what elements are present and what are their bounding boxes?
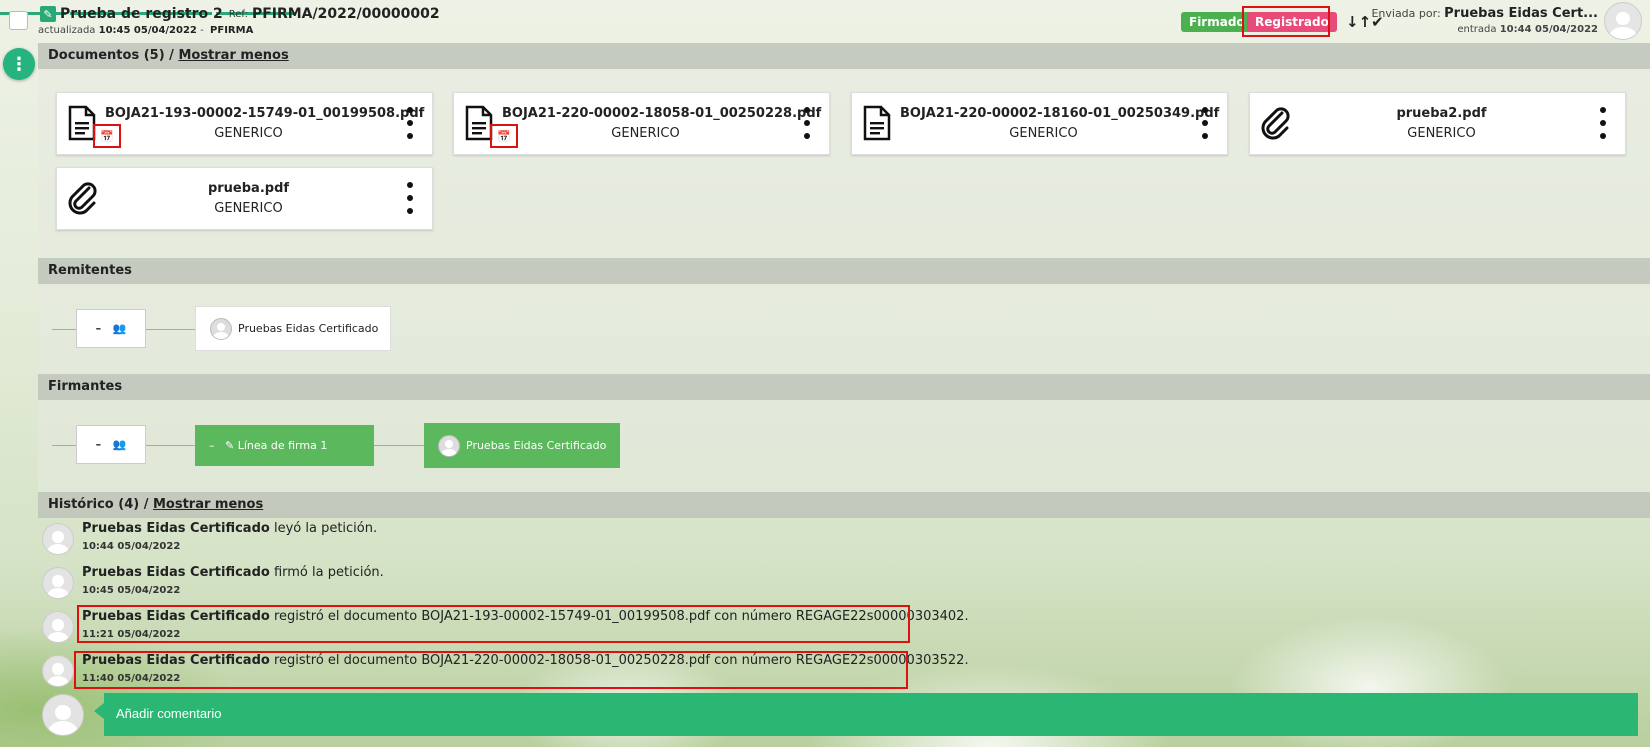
history-time: 10:44 05/04/2022 <box>82 541 181 552</box>
avatar <box>42 655 74 687</box>
entry-value: 10:44 05/04/2022 <box>1499 24 1598 35</box>
ref-value: PFIRMA/2022/00000002 <box>251 6 440 22</box>
sender-person-name: Pruebas Eidas Certificado <box>238 322 379 335</box>
signers-section: – 👥 – ✎ Línea de firma 1 Pruebas Eidas C… <box>38 400 1650 492</box>
history-user: Pruebas Eidas Certificado <box>82 521 270 536</box>
documents-toggle-link[interactable]: Mostrar menos <box>178 48 288 63</box>
document-type: GENERICO <box>1407 126 1476 141</box>
document-menu-button[interactable] <box>1599 107 1607 139</box>
registered-highlight <box>1242 6 1330 37</box>
document-menu-button[interactable] <box>803 107 811 139</box>
entry-label: entrada <box>1457 24 1497 35</box>
signers-title: Firmantes <box>48 379 123 394</box>
avatar <box>42 567 74 599</box>
signature-line[interactable]: – ✎ Línea de firma 1 <box>195 425 374 466</box>
document-name: BOJA21-220-00002-18058-01_00250228.pdf <box>502 106 822 121</box>
history-time: 10:45 05/04/2022 <box>82 585 181 596</box>
avatar <box>42 523 74 555</box>
pencil-icon: ✎ <box>225 439 235 452</box>
sender-name: Pruebas Eidas Cert... <box>1444 6 1598 21</box>
history-highlight <box>77 605 910 643</box>
document-card[interactable]: prueba2.pdf GENERICO <box>1249 92 1626 155</box>
more-options-button[interactable]: ⋮ <box>3 48 35 80</box>
avatar <box>210 317 232 340</box>
history-toggle-link[interactable]: Mostrar menos <box>153 497 263 512</box>
avatar <box>438 434 460 457</box>
document-menu-button[interactable] <box>406 182 414 214</box>
history-highlight <box>74 651 908 689</box>
avatar <box>1604 2 1642 40</box>
document-menu-button[interactable] <box>406 107 414 139</box>
document-menu-button[interactable] <box>1201 107 1209 139</box>
updated-value: 10:45 05/04/2022 <box>98 25 197 36</box>
document-type: GENERICO <box>611 126 680 141</box>
history-item: Pruebas Eidas Certificado leyó la petici… <box>42 520 1042 560</box>
history-item: Pruebas Eidas Certificado firmó la petic… <box>42 564 1042 604</box>
avatar <box>42 694 84 736</box>
documents-header: Documentos (5) / Mostrar menos <box>38 43 1650 69</box>
document-name: prueba2.pdf <box>1396 106 1487 121</box>
document-type: GENERICO <box>214 201 283 216</box>
add-comment-input[interactable]: Añadir comentario <box>94 693 1638 736</box>
document-name: BOJA21-220-00002-18160-01_00250349.pdf <box>900 106 1220 121</box>
sender-label: Enviada por: <box>1371 7 1441 20</box>
page-title: ✎ Prueba de registro 2 Ref: PFIRMA/2022/… <box>40 6 440 22</box>
kebab-icon: ⋮ <box>10 53 28 75</box>
document-name: BOJA21-193-00002-15749-01_00199508.pdf <box>105 106 425 121</box>
signers-header: Firmantes <box>38 374 1650 400</box>
history-user: Pruebas Eidas Certificado <box>82 565 270 580</box>
sender-info: Enviada por: Pruebas Eidas Cert... entra… <box>1371 6 1598 35</box>
signer-person-name: Pruebas Eidas Certificado <box>466 439 607 452</box>
documents-section: 📅 BOJA21-193-00002-15749-01_00199508.pdf… <box>38 69 1650 258</box>
ref-label: Ref: <box>228 8 248 20</box>
document-name: prueba.pdf <box>207 181 290 196</box>
sender-person[interactable]: Pruebas Eidas Certificado <box>195 306 392 351</box>
select-checkbox[interactable] <box>9 11 28 30</box>
avatar <box>42 611 74 643</box>
pencil-icon[interactable]: ✎ <box>40 6 56 22</box>
updated-label: actualizada <box>38 25 96 36</box>
users-icon: 👥 <box>112 322 127 335</box>
signature-line-label: Línea de firma 1 <box>237 439 328 452</box>
paperclip-icon <box>68 182 97 215</box>
updated-line: actualizada 10:45 05/04/2022 - PFIRMA <box>38 25 253 36</box>
history-action: firmó la petición. <box>273 565 384 580</box>
senders-header: Remitentes <box>38 258 1650 284</box>
group-toggle-button[interactable]: – 👥 <box>76 309 146 348</box>
document-icon <box>863 105 891 141</box>
collapse-icon[interactable]: – <box>209 439 215 452</box>
document-type: GENERICO <box>1009 126 1078 141</box>
group-toggle-button[interactable]: – 👥 <box>76 425 146 464</box>
document-card[interactable]: BOJA21-220-00002-18160-01_00250349.pdf G… <box>851 92 1228 155</box>
history-header: Histórico (4) / Mostrar menos <box>38 492 1650 518</box>
request-header: ✎ Prueba de registro 2 Ref: PFIRMA/2022/… <box>38 0 1650 42</box>
senders-section: – 👥 Pruebas Eidas Certificado <box>38 284 1650 383</box>
document-card[interactable]: 📅 BOJA21-220-00002-18058-01_00250228.pdf… <box>453 92 830 155</box>
left-rail: ⋮ <box>0 0 38 747</box>
document-card[interactable]: 📅 BOJA21-193-00002-15749-01_00199508.pdf… <box>56 92 433 155</box>
signer-person[interactable]: Pruebas Eidas Certificado <box>424 423 621 468</box>
history-action: leyó la petición. <box>273 521 378 536</box>
request-title: Prueba de registro 2 <box>60 6 223 22</box>
updated-separator: - <box>200 25 204 36</box>
history-title: Histórico (4) / <box>48 497 149 512</box>
documents-title: Documentos (5) / <box>48 48 174 63</box>
document-card[interactable]: prueba.pdf GENERICO <box>56 167 433 230</box>
document-type: GENERICO <box>214 126 283 141</box>
users-icon: 👥 <box>112 438 127 451</box>
app-name: PFIRMA <box>210 25 254 36</box>
paperclip-icon <box>1261 107 1290 140</box>
senders-title: Remitentes <box>48 263 132 278</box>
